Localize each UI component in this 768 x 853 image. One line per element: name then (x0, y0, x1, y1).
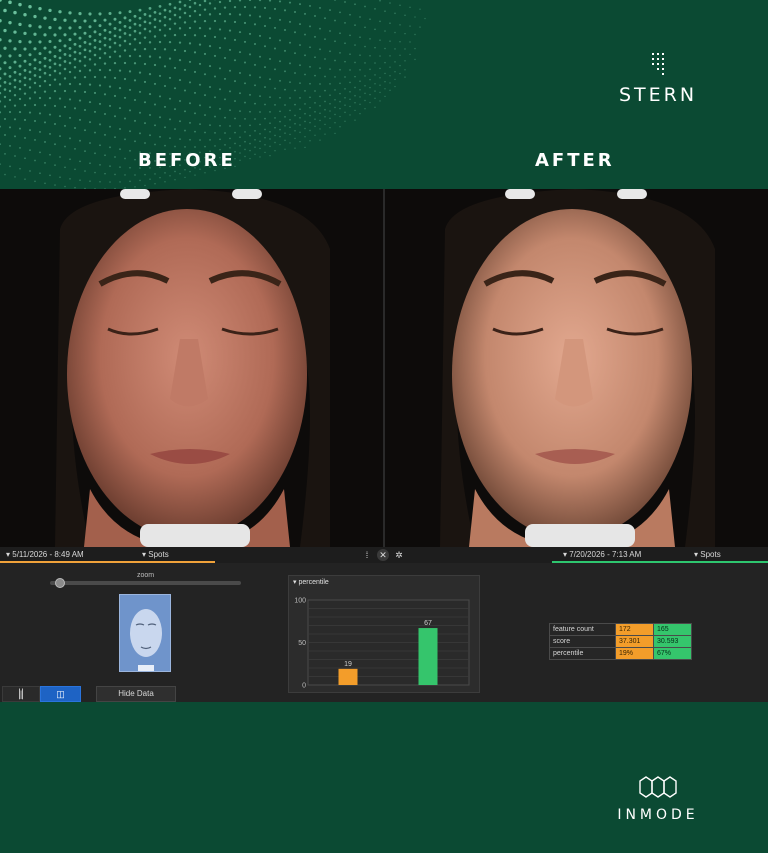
after-date-dropdown[interactable]: ▾ 7/20/2026 - 7:13 AM (563, 550, 641, 559)
stern-logo: STERN (610, 52, 706, 106)
after-date: 7/20/2026 - 7:13 AM (569, 550, 642, 559)
side-by-side-view-button[interactable]: ▕|▏ (2, 686, 40, 702)
stats-row: percentile 19% 67% (549, 647, 692, 660)
zoom-slider-knob[interactable] (54, 578, 65, 588)
inmode-logo-mark-icon (639, 776, 677, 798)
side-by-side-icon: ▕|▏ (12, 689, 30, 699)
after-mode-dropdown[interactable]: ▾ Spots (694, 550, 721, 559)
before-photo[interactable] (0, 189, 383, 547)
header-banner: STERN BEFORE AFTER (0, 0, 768, 189)
stats-row: score 37.301 30.593 (549, 635, 692, 648)
zoom-label: zoom (137, 572, 155, 579)
thumbnail-face-icon (120, 595, 170, 671)
chart-data-label-before: 19 (344, 661, 352, 668)
single-view-button[interactable]: ◫ (40, 686, 81, 702)
settings-gear-icon[interactable]: ✲ (393, 549, 405, 561)
zoom-slider-track[interactable] (50, 581, 241, 585)
stats-cell-before: 19% (615, 647, 654, 660)
before-date-dropdown[interactable]: ▾ 5/11/2026 - 8:49 AM (6, 550, 84, 559)
stats-cell-after: 67% (653, 647, 692, 660)
stats-cell-after: 165 (653, 623, 692, 636)
chart-y-tick-label: 100 (294, 598, 306, 605)
percentile-bar-chart: 100 50 0 19 67 (294, 598, 470, 690)
chart-y-tick-label: 50 (298, 640, 306, 647)
before-label: BEFORE (138, 150, 236, 171)
close-icon[interactable]: ✕ (377, 549, 389, 561)
before-date: 5/11/2026 - 8:49 AM (12, 550, 84, 559)
split-view-icon: ◫ (56, 689, 65, 699)
chart-bar-before (338, 668, 358, 685)
stats-row: feature count 172 165 (549, 623, 692, 636)
stats-cell-before: 172 (615, 623, 654, 636)
before-mode-dropdown[interactable]: ▾ Spots (142, 550, 169, 559)
stats-cell-label: feature count (549, 623, 616, 636)
after-face-image (385, 189, 768, 547)
inmode-logo-text: INMODE (617, 807, 699, 823)
image-status-bar: ▾ 5/11/2026 - 8:49 AM ▾ Spots ⁞ ✕ ✲ ▾ 7/… (0, 547, 768, 563)
stats-cell-before: 37.301 (615, 635, 654, 648)
after-mode: Spots (700, 550, 721, 559)
chart-bar-after (418, 628, 438, 685)
hide-data-button[interactable]: Hide Data (96, 686, 176, 702)
stats-cell-label: percentile (549, 647, 616, 660)
before-mode: Spots (148, 550, 169, 559)
comparison-viewer (0, 189, 768, 547)
before-face-image (0, 189, 383, 547)
percentile-chart: ▾ percentile 100 50 0 19 67 (288, 575, 480, 693)
stern-logo-mark-icon (652, 53, 664, 75)
after-label: AFTER (535, 150, 615, 171)
face-thumbnail[interactable] (119, 594, 171, 672)
chart-data-label-after: 67 (424, 620, 432, 627)
after-photo[interactable] (385, 189, 768, 547)
analysis-panel: zoom ▕|▏ ◫ Hide Data ▾ percentile 100 50 0… (0, 563, 768, 702)
divider-handle-icon[interactable]: ⁞ (361, 549, 373, 561)
chart-y-tick-label: 0 (302, 683, 306, 690)
stats-table: feature count 172 165 score 37.301 30.593 perc… (549, 623, 692, 660)
inmode-logo: INMODE (598, 774, 718, 824)
stats-cell-label: score (549, 635, 616, 648)
stern-logo-text: STERN (618, 84, 698, 106)
stats-cell-after: 30.593 (653, 635, 692, 648)
footer-banner: INMODE (0, 702, 768, 853)
